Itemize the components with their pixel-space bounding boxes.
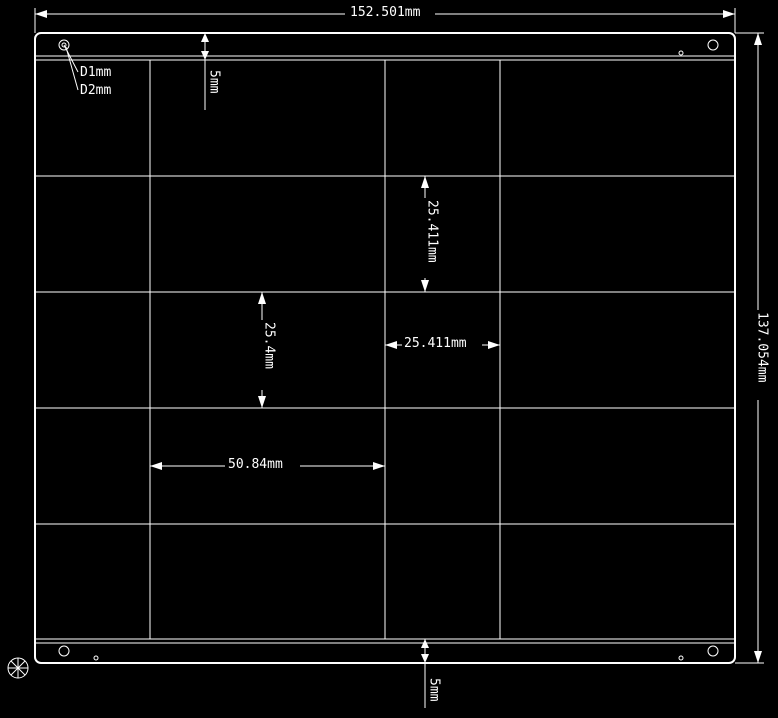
dim-cell-v-25-411: 25.411mm <box>416 176 440 292</box>
dot-top-right <box>679 51 683 55</box>
dim-cell-v-25-4-text: 25.4mm <box>262 322 277 369</box>
dim-margin-top: 5mm <box>201 33 222 110</box>
dim-overall-width-text: 152.501mm <box>350 5 421 20</box>
dim-cell-h-50-84: 50.84mm <box>150 455 385 472</box>
dim-cell-h-50-84-text: 50.84mm <box>228 457 283 472</box>
dim-margin-top-text: 5mm <box>207 70 222 94</box>
hole-bottom-right <box>708 646 718 656</box>
dim-cell-v-25-411-text: 25.411mm <box>425 200 440 263</box>
hole-top-right <box>708 40 718 50</box>
dim-margin-bottom: 5mm <box>421 639 442 708</box>
dot-bottom-right <box>679 656 683 660</box>
dim-cell-h-25-411: 25.411mm <box>385 334 500 351</box>
dot-bottom-left <box>94 656 98 660</box>
label-d2: D2mm <box>80 83 111 98</box>
label-d1: D1mm <box>80 65 111 80</box>
dim-margin-bottom-text: 5mm <box>427 678 442 702</box>
grid <box>35 60 735 639</box>
dim-cell-h-25-411-text: 25.411mm <box>404 336 467 351</box>
dim-overall-height-text: 137.054mm <box>755 312 770 383</box>
dim-overall-height: 137.054mm <box>735 33 770 663</box>
origin-marker <box>8 658 28 678</box>
dim-overall-width: 152.501mm <box>35 3 735 33</box>
hole-bottom-left <box>59 646 69 656</box>
dim-cell-v-25-4: 25.4mm <box>253 292 277 408</box>
